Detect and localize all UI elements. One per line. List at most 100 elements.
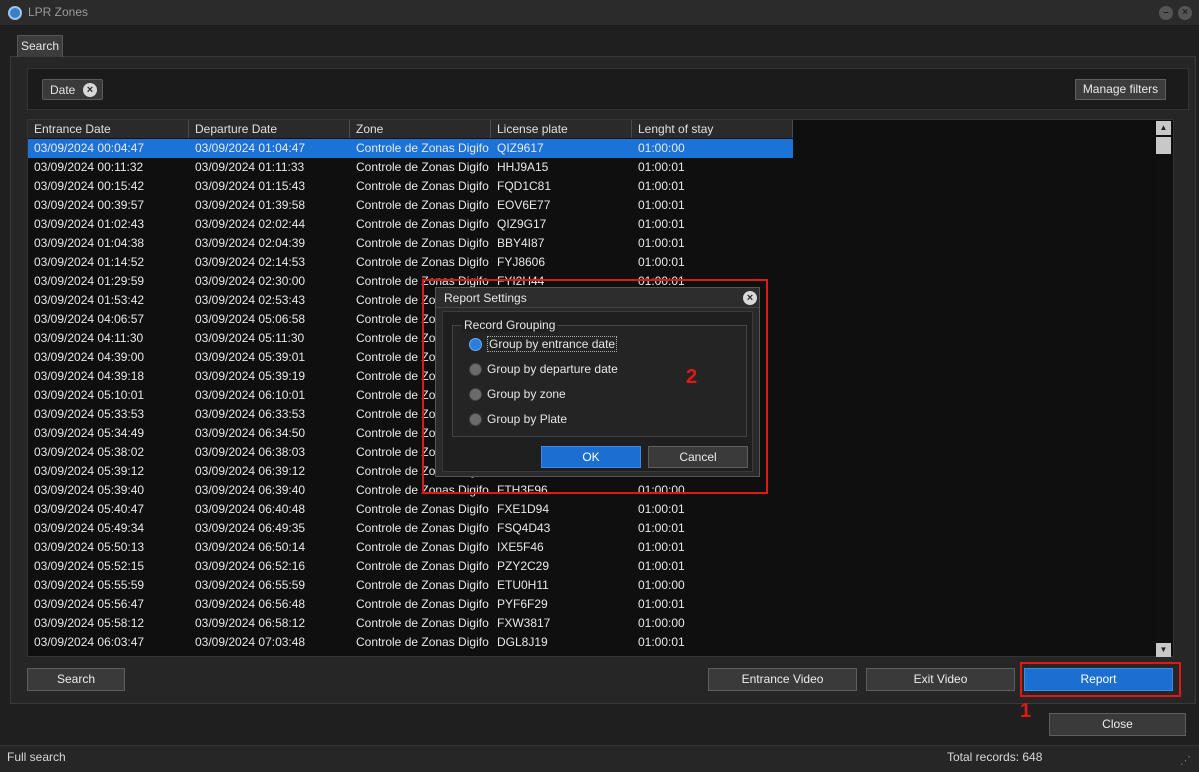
table-row[interactable]: 03/09/2024 00:15:42 03/09/2024 01:15:43 Co…: [28, 177, 793, 196]
total-records-text: Total records: 648: [947, 750, 1043, 764]
scroll-thumb[interactable]: [1156, 137, 1171, 154]
table-cell: 03/09/2024 05:58:12: [34, 616, 145, 630]
table-cell: PYF6F29: [497, 597, 548, 611]
table-cell: 03/09/2024 05:39:40: [34, 483, 145, 497]
table-cell: 03/09/2024 05:38:02: [34, 445, 145, 459]
table-cell: 01:00:00: [638, 578, 685, 592]
table-cell: 03/09/2024 04:06:57: [34, 312, 145, 326]
table-row[interactable]: 03/09/2024 06:03:47 03/09/2024 07:03:48 Co…: [28, 633, 793, 652]
table-cell: FXE1D94: [497, 502, 550, 516]
table-cell: Controle de Zonas Digifo: [356, 160, 489, 174]
table-cell: 03/09/2024 05:39:01: [195, 350, 306, 364]
manage-filters-button[interactable]: Manage filters: [1075, 79, 1166, 100]
table-cell: 01:00:01: [638, 217, 685, 231]
table-cell: 01:00:00: [638, 141, 685, 155]
minimize-icon[interactable]: –: [1159, 6, 1173, 20]
table-row[interactable]: 03/09/2024 01:02:43 03/09/2024 02:02:44 Co…: [28, 215, 793, 234]
table-cell: 03/09/2024 00:11:32: [34, 160, 144, 174]
table-cell: ETU0H11: [497, 578, 549, 592]
table-row[interactable]: 03/09/2024 00:04:47 03/09/2024 01:04:47 Co…: [28, 139, 793, 158]
table-cell: 03/09/2024 01:04:38: [34, 236, 145, 250]
table-cell: QIZ9617: [497, 141, 544, 155]
table-row[interactable]: 03/09/2024 05:50:13 03/09/2024 06:50:14 Co…: [28, 538, 793, 557]
table-row[interactable]: 03/09/2024 00:11:32 03/09/2024 01:11:33 Co…: [28, 158, 793, 177]
status-bar: Full search Total records: 648 ⋰: [0, 745, 1199, 772]
scroll-up-icon[interactable]: ▲: [1156, 121, 1171, 135]
table-cell: Controle de Zonas Digifo: [356, 179, 489, 193]
table-cell: 03/09/2024 02:14:53: [195, 255, 306, 269]
table-row[interactable]: 03/09/2024 05:55:59 03/09/2024 06:55:59 Co…: [28, 576, 793, 595]
table-cell: FXW3817: [497, 616, 551, 630]
app-logo-icon: [8, 6, 22, 20]
table-cell: 01:00:01: [638, 559, 685, 573]
column-header-zone[interactable]: Zone: [350, 120, 491, 138]
table-cell: 03/09/2024 01:39:58: [195, 198, 306, 212]
table-cell: 03/09/2024 06:58:12: [195, 616, 306, 630]
column-header-departure-date[interactable]: Departure Date: [189, 120, 350, 138]
table-cell: 01:00:01: [638, 160, 685, 174]
filter-chip-date[interactable]: Date ×: [42, 79, 103, 100]
table-cell: 03/09/2024 05:39:12: [34, 464, 145, 478]
vertical-scrollbar[interactable]: ▲ ▼: [1156, 121, 1171, 657]
close-button[interactable]: Close: [1049, 713, 1186, 736]
table-cell: Controle de Zonas Digifo: [356, 578, 489, 592]
table-cell: Controle de Zonas Digifo: [356, 597, 489, 611]
table-cell: 03/09/2024 06:52:16: [195, 559, 306, 573]
table-cell: 03/09/2024 05:06:58: [195, 312, 306, 326]
table-cell: 03/09/2024 06:39:40: [195, 483, 306, 497]
column-header-license-plate[interactable]: License plate: [491, 120, 632, 138]
table-cell: 03/09/2024 06:55:59: [195, 578, 306, 592]
table-cell: Controle de Zonas Digifo: [356, 540, 489, 554]
table-cell: Controle de Zonas Digifo: [356, 616, 489, 630]
table-row[interactable]: 03/09/2024 05:52:15 03/09/2024 06:52:16 Co…: [28, 557, 793, 576]
table-cell: 01:00:01: [638, 597, 685, 611]
table-cell: 03/09/2024 05:11:30: [195, 331, 305, 345]
table-row[interactable]: 03/09/2024 05:58:12 03/09/2024 06:58:12 Co…: [28, 614, 793, 633]
table-cell: 03/09/2024 04:11:30: [34, 331, 144, 345]
exit-video-button[interactable]: Exit Video: [866, 668, 1015, 691]
resize-grip-icon[interactable]: ⋰: [1180, 754, 1191, 767]
table-cell: 03/09/2024 06:50:14: [195, 540, 306, 554]
table-row[interactable]: 03/09/2024 01:14:52 03/09/2024 02:14:53 Co…: [28, 253, 793, 272]
highlight-box-report: [1020, 662, 1181, 697]
table-row[interactable]: 03/09/2024 01:04:38 03/09/2024 02:04:39 Co…: [28, 234, 793, 253]
table-cell: 03/09/2024 01:15:43: [195, 179, 306, 193]
table-row[interactable]: 03/09/2024 00:39:57 03/09/2024 01:39:58 Co…: [28, 196, 793, 215]
table-cell: 03/09/2024 05:56:47: [34, 597, 145, 611]
table-cell: 01:00:01: [638, 521, 685, 535]
search-button[interactable]: Search: [27, 668, 125, 691]
table-cell: 03/09/2024 01:02:43: [34, 217, 145, 231]
table-cell: 03/09/2024 04:39:18: [34, 369, 145, 383]
tab-search[interactable]: Search: [17, 35, 63, 57]
table-cell: 01:00:01: [638, 179, 685, 193]
table-cell: 03/09/2024 04:39:00: [34, 350, 145, 364]
table-cell: 03/09/2024 05:39:19: [195, 369, 306, 383]
table-cell: 03/09/2024 01:11:33: [195, 160, 305, 174]
remove-filter-icon[interactable]: ×: [83, 83, 97, 97]
entrance-video-button[interactable]: Entrance Video: [708, 668, 857, 691]
table-cell: 03/09/2024 01:29:59: [34, 274, 145, 288]
table-cell: QIZ9G17: [497, 217, 547, 231]
table-cell: 03/09/2024 05:34:49: [34, 426, 145, 440]
filter-chip-label: Date: [50, 83, 76, 97]
annotation-marker-2: 2: [686, 366, 698, 388]
scroll-down-icon[interactable]: ▼: [1156, 643, 1171, 657]
table-cell: EOV6E77: [497, 198, 551, 212]
table-cell: PZY2C29: [497, 559, 550, 573]
highlight-box-dialog: [422, 279, 768, 494]
table-cell: 03/09/2024 01:14:52: [34, 255, 145, 269]
table-cell: Controle de Zonas Digifo: [356, 236, 489, 250]
table-cell: 01:00:01: [638, 502, 685, 516]
close-window-icon[interactable]: ×: [1178, 6, 1192, 20]
table-row[interactable]: 03/09/2024 05:49:34 03/09/2024 06:49:35 Co…: [28, 519, 793, 538]
table-cell: 01:00:01: [638, 255, 685, 269]
table-cell: 01:00:01: [638, 198, 685, 212]
table-cell: 03/09/2024 06:39:12: [195, 464, 306, 478]
table-cell: Controle de Zonas Digifo: [356, 502, 489, 516]
table-row[interactable]: 03/09/2024 05:56:47 03/09/2024 06:56:48 Co…: [28, 595, 793, 614]
table-cell: Controle de Zonas Digifo: [356, 521, 489, 535]
table-row[interactable]: 03/09/2024 05:40:47 03/09/2024 06:40:48 Co…: [28, 500, 793, 519]
column-header-entrance-date[interactable]: Entrance Date: [28, 120, 189, 138]
column-header-length-of-stay[interactable]: Lenght of stay: [632, 120, 793, 138]
table-cell: 03/09/2024 06:49:35: [195, 521, 306, 535]
